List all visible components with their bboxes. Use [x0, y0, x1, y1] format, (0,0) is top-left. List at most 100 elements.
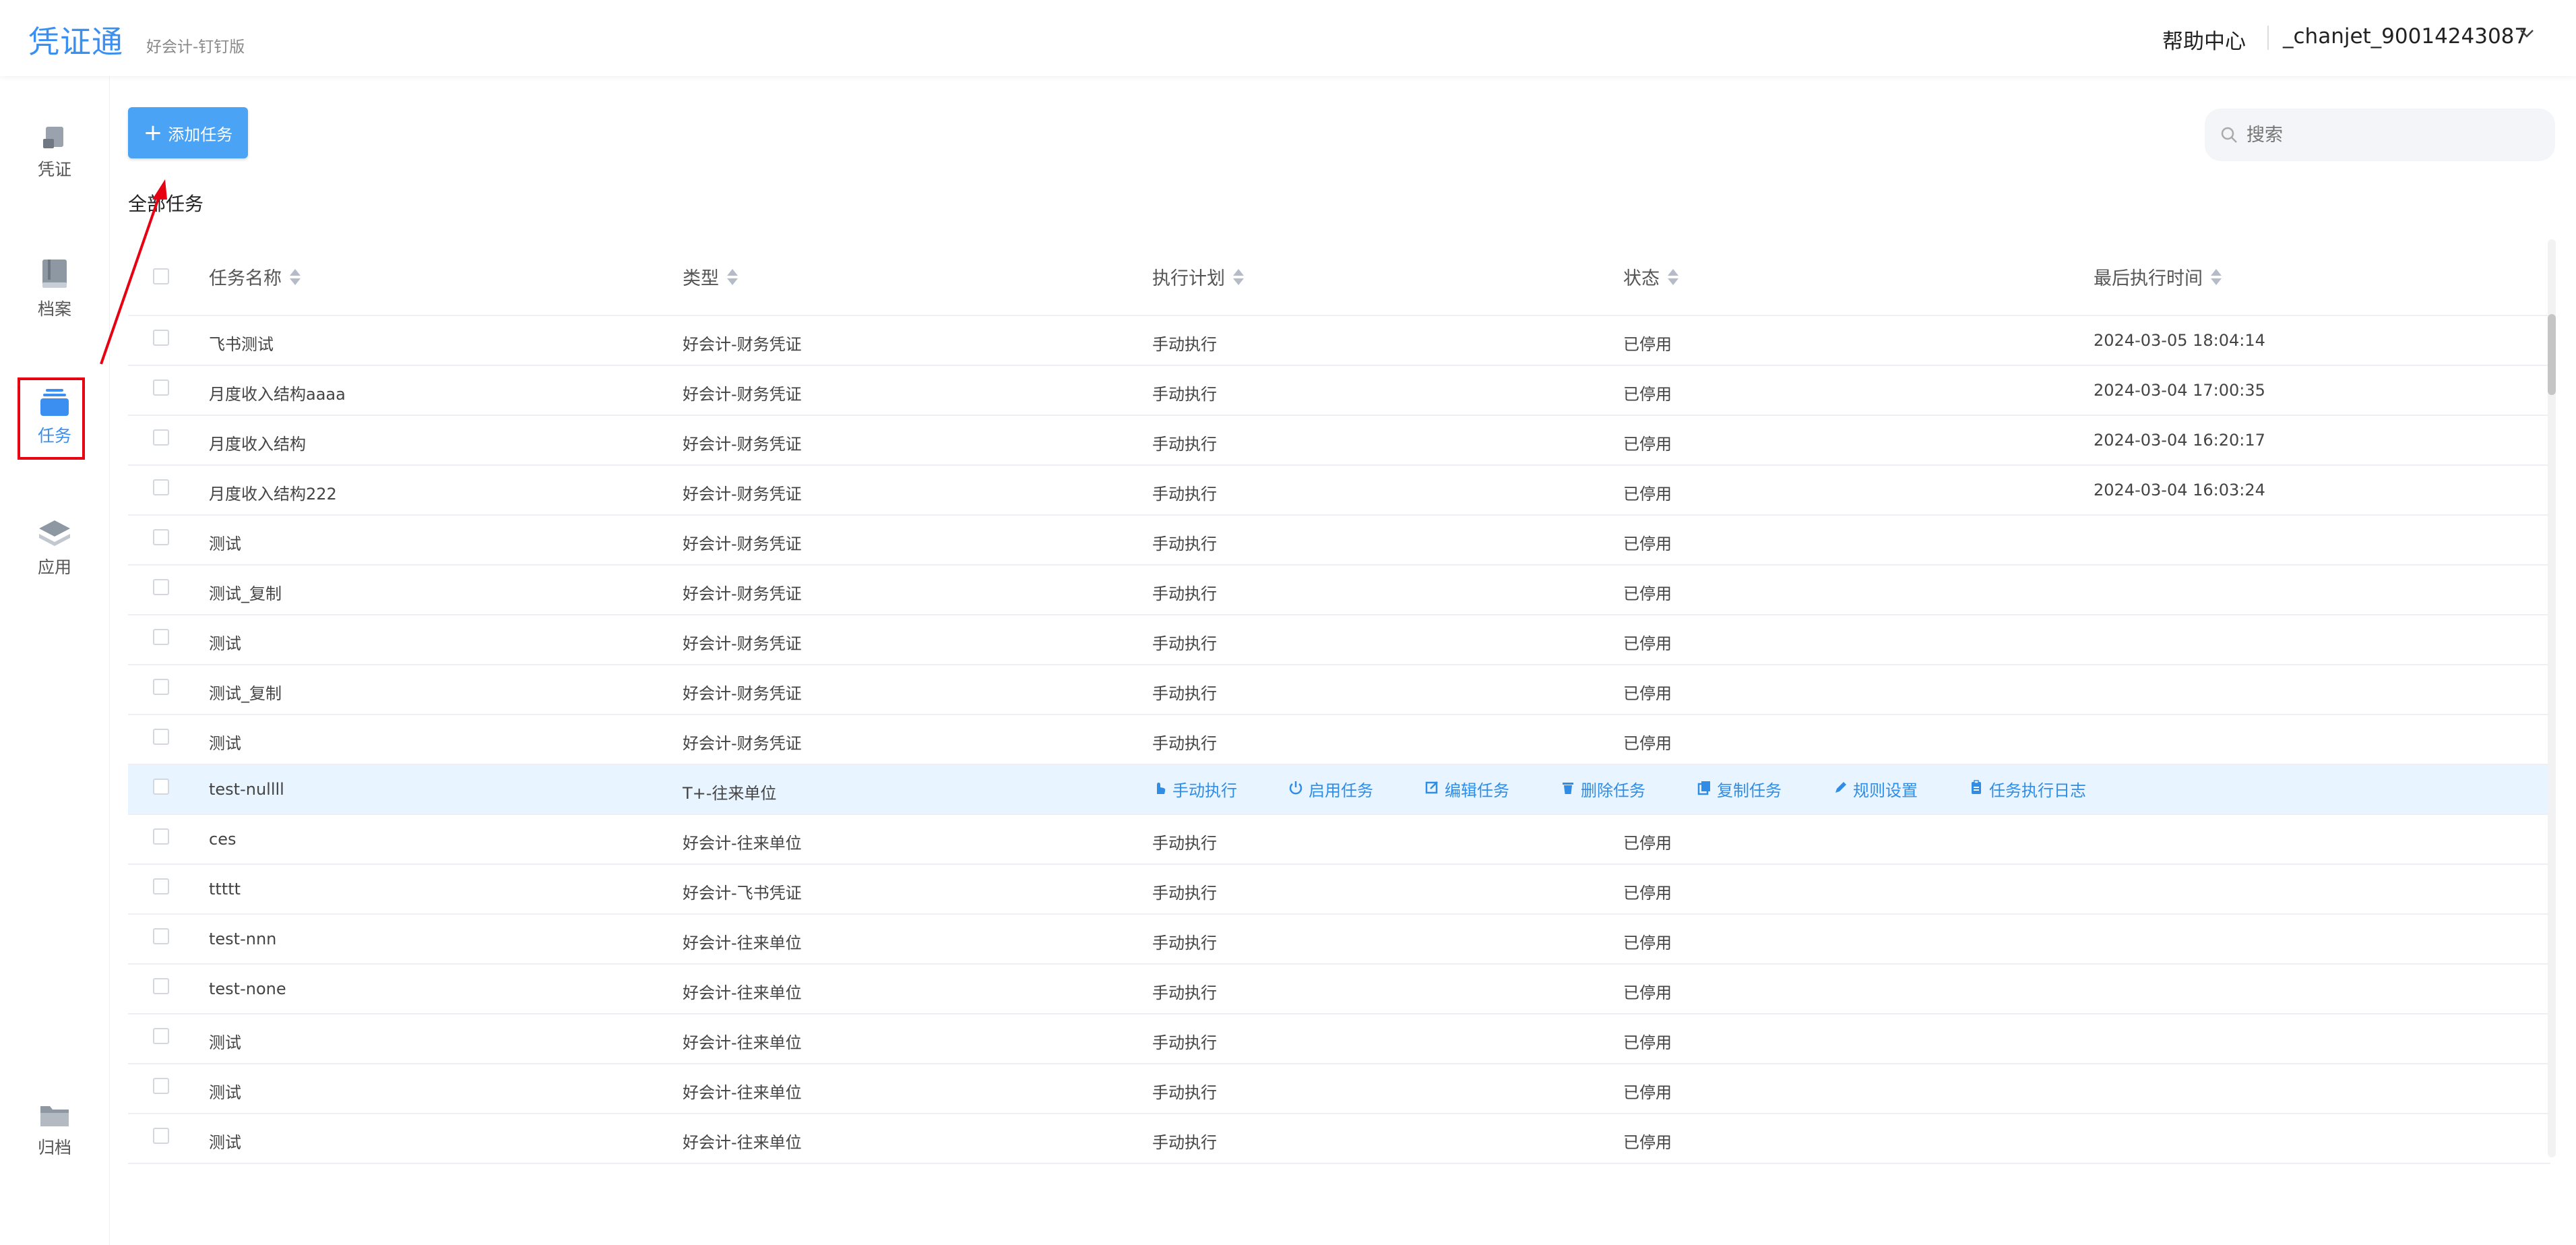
table-row[interactable]: 测试_复制 好会计-财务凭证 手动执行 已停用	[128, 665, 2550, 715]
table-row[interactable]: ttttt 好会计-飞书凭证 手动执行 已停用	[128, 865, 2550, 915]
sidebar-item-voucher[interactable]: 凭证	[0, 121, 109, 181]
row-checkbox[interactable]	[153, 779, 169, 795]
table-row[interactable]: 飞书测试 好会计-财务凭证 手动执行 已停用 2024-03-05 18:04:14	[128, 316, 2550, 366]
task-name-cell: ces	[209, 830, 237, 849]
rule-settings-button[interactable]: 规则设置	[1833, 777, 1918, 801]
task-name-cell: 月度收入结构	[209, 435, 306, 454]
search-input[interactable]	[2245, 121, 2544, 149]
task-plan-cell: 手动执行	[1152, 1083, 1217, 1102]
table-row[interactable]: 测试 好会计-财务凭证 手动执行 已停用	[128, 516, 2550, 566]
divider	[2267, 26, 2269, 50]
row-checkbox[interactable]	[153, 1078, 169, 1094]
table-row[interactable]: 测试 好会计-财务凭证 手动执行 已停用	[128, 615, 2550, 665]
task-status-cell: 已停用	[1623, 684, 1672, 703]
trash-icon	[1561, 779, 1581, 799]
task-status-cell: 已停用	[1623, 485, 1672, 504]
row-checkbox[interactable]	[153, 1128, 169, 1144]
task-plan-cell: 手动执行	[1152, 983, 1217, 1002]
task-status-cell: 已停用	[1623, 1033, 1672, 1052]
sort-icon[interactable]	[727, 268, 738, 286]
column-header-name[interactable]: 任务名称	[209, 264, 301, 290]
scrollbar-thumb[interactable]	[2548, 314, 2556, 395]
sidebar-item-apps[interactable]: 应用	[0, 518, 109, 578]
user-menu[interactable]: _chanjet_90014243087	[2283, 24, 2527, 49]
row-checkbox[interactable]	[153, 878, 169, 894]
table-row[interactable]: 月度收入结构222 好会计-财务凭证 手动执行 已停用 2024-03-04 16:03…	[128, 466, 2550, 516]
add-task-label: 添加任务	[168, 125, 233, 144]
task-type-cell: 好会计-往来单位	[683, 983, 802, 1002]
chevron-down-icon[interactable]	[2517, 23, 2537, 43]
copy-icon	[1697, 779, 1717, 799]
task-status-cell: 已停用	[1623, 734, 1672, 753]
row-checkbox[interactable]	[153, 479, 169, 495]
row-checkbox[interactable]	[153, 978, 169, 994]
column-header-type[interactable]: 类型	[683, 264, 738, 290]
table-row[interactable]: ces 好会计-往来单位 手动执行 已停用	[128, 815, 2550, 865]
task-status-cell: 已停用	[1623, 1083, 1672, 1102]
enable-task-button[interactable]: 启用任务	[1288, 777, 1373, 801]
task-plan-cell: 手动执行	[1152, 834, 1217, 853]
table-row[interactable]: 测试 好会计-往来单位 手动执行 已停用	[128, 1064, 2550, 1114]
row-checkbox[interactable]	[153, 1028, 169, 1044]
table-row[interactable]: test-nullll T+-往来单位 手动执行 启用任务 编辑任务 删除任务 复制任务 规则…	[128, 765, 2550, 815]
sort-icon[interactable]	[2211, 268, 2222, 286]
table-row[interactable]: test-none 好会计-往来单位 手动执行 已停用	[128, 965, 2550, 1014]
column-header-plan[interactable]: 执行计划	[1152, 264, 1244, 290]
task-plan-cell: 手动执行	[1152, 934, 1217, 952]
scrollbar[interactable]	[2548, 239, 2556, 1157]
app-logo[interactable]: 凭证通	[28, 18, 123, 62]
sort-icon[interactable]	[1668, 268, 1678, 286]
table-row[interactable]: 测试 好会计-往来单位 手动执行 已停用	[128, 1014, 2550, 1064]
row-checkbox[interactable]	[153, 429, 169, 446]
folder-icon	[40, 1106, 69, 1126]
row-checkbox[interactable]	[153, 928, 169, 944]
task-status-cell: 已停用	[1623, 435, 1672, 454]
delete-task-button[interactable]: 删除任务	[1561, 777, 1645, 801]
sort-icon[interactable]	[290, 268, 301, 286]
table-row[interactable]: 测试 好会计-财务凭证 手动执行 已停用	[128, 715, 2550, 765]
row-checkbox[interactable]	[153, 579, 169, 595]
row-checkbox[interactable]	[153, 529, 169, 545]
book-icon	[42, 260, 67, 288]
task-log-button[interactable]: 任务执行日志	[1969, 777, 2086, 801]
task-type-cell: 好会计-往来单位	[683, 1083, 802, 1102]
row-checkbox[interactable]	[153, 379, 169, 396]
task-name-cell: 测试	[209, 1033, 241, 1052]
edit-task-button[interactable]: 编辑任务	[1424, 777, 1509, 801]
task-name-cell: 测试	[209, 535, 241, 553]
row-checkbox[interactable]	[153, 629, 169, 645]
copy-task-button[interactable]: 复制任务	[1697, 777, 1782, 801]
task-type-cell: 好会计-财务凭证	[683, 584, 802, 603]
add-task-button[interactable]: + 添加任务	[128, 107, 248, 158]
task-name-cell: 月度收入结构aaaa	[209, 385, 346, 404]
column-header-status[interactable]: 状态	[1623, 264, 1678, 290]
task-plan-cell: 手动执行	[1152, 1133, 1217, 1152]
column-header-last-run[interactable]: 最后执行时间	[2094, 264, 2222, 290]
row-checkbox[interactable]	[153, 828, 169, 845]
hand-pointer-icon	[1152, 779, 1172, 799]
table-row[interactable]: test-nnn 好会计-往来单位 手动执行 已停用	[128, 915, 2550, 965]
row-checkbox[interactable]	[153, 679, 169, 695]
task-last-run-cell: 2024-03-04 16:20:17	[2094, 431, 2265, 450]
sidebar-item-archived[interactable]: 归档	[0, 1101, 109, 1159]
sort-icon[interactable]	[1233, 268, 1244, 286]
select-all-checkbox[interactable]	[153, 268, 169, 284]
task-status-cell: 已停用	[1623, 535, 1672, 553]
table-row[interactable]: 测试_复制 好会计-财务凭证 手动执行 已停用	[128, 566, 2550, 615]
task-name-cell: 测试_复制	[209, 584, 282, 603]
table-row[interactable]: 月度收入结构 好会计-财务凭证 手动执行 已停用 2024-03-04 16:20:17	[128, 416, 2550, 466]
layers-icon	[39, 520, 70, 546]
task-name-cell: 月度收入结构222	[209, 485, 337, 504]
table-row[interactable]: 测试 好会计-往来单位 手动执行 已停用	[128, 1114, 2550, 1164]
highlight-box	[18, 377, 85, 460]
help-center-link[interactable]: 帮助中心	[2162, 24, 2246, 55]
search-box[interactable]	[2205, 109, 2555, 161]
table-row[interactable]: 月度收入结构aaaa 好会计-财务凭证 手动执行 已停用 2024-03-04 17:0…	[128, 366, 2550, 416]
task-table: 任务名称 类型 执行计划 状态 最后执行时间 飞书测试 好会计-财务凭证 手动执行已…	[128, 238, 2550, 1164]
run-task-button[interactable]: 手动执行	[1152, 777, 1237, 801]
row-checkbox[interactable]	[153, 330, 169, 346]
task-name-cell: test-nullll	[209, 780, 284, 799]
row-checkbox[interactable]	[153, 729, 169, 745]
task-type-cell: 好会计-财务凭证	[683, 684, 802, 703]
sidebar-item-archive[interactable]: 档案	[0, 257, 109, 320]
